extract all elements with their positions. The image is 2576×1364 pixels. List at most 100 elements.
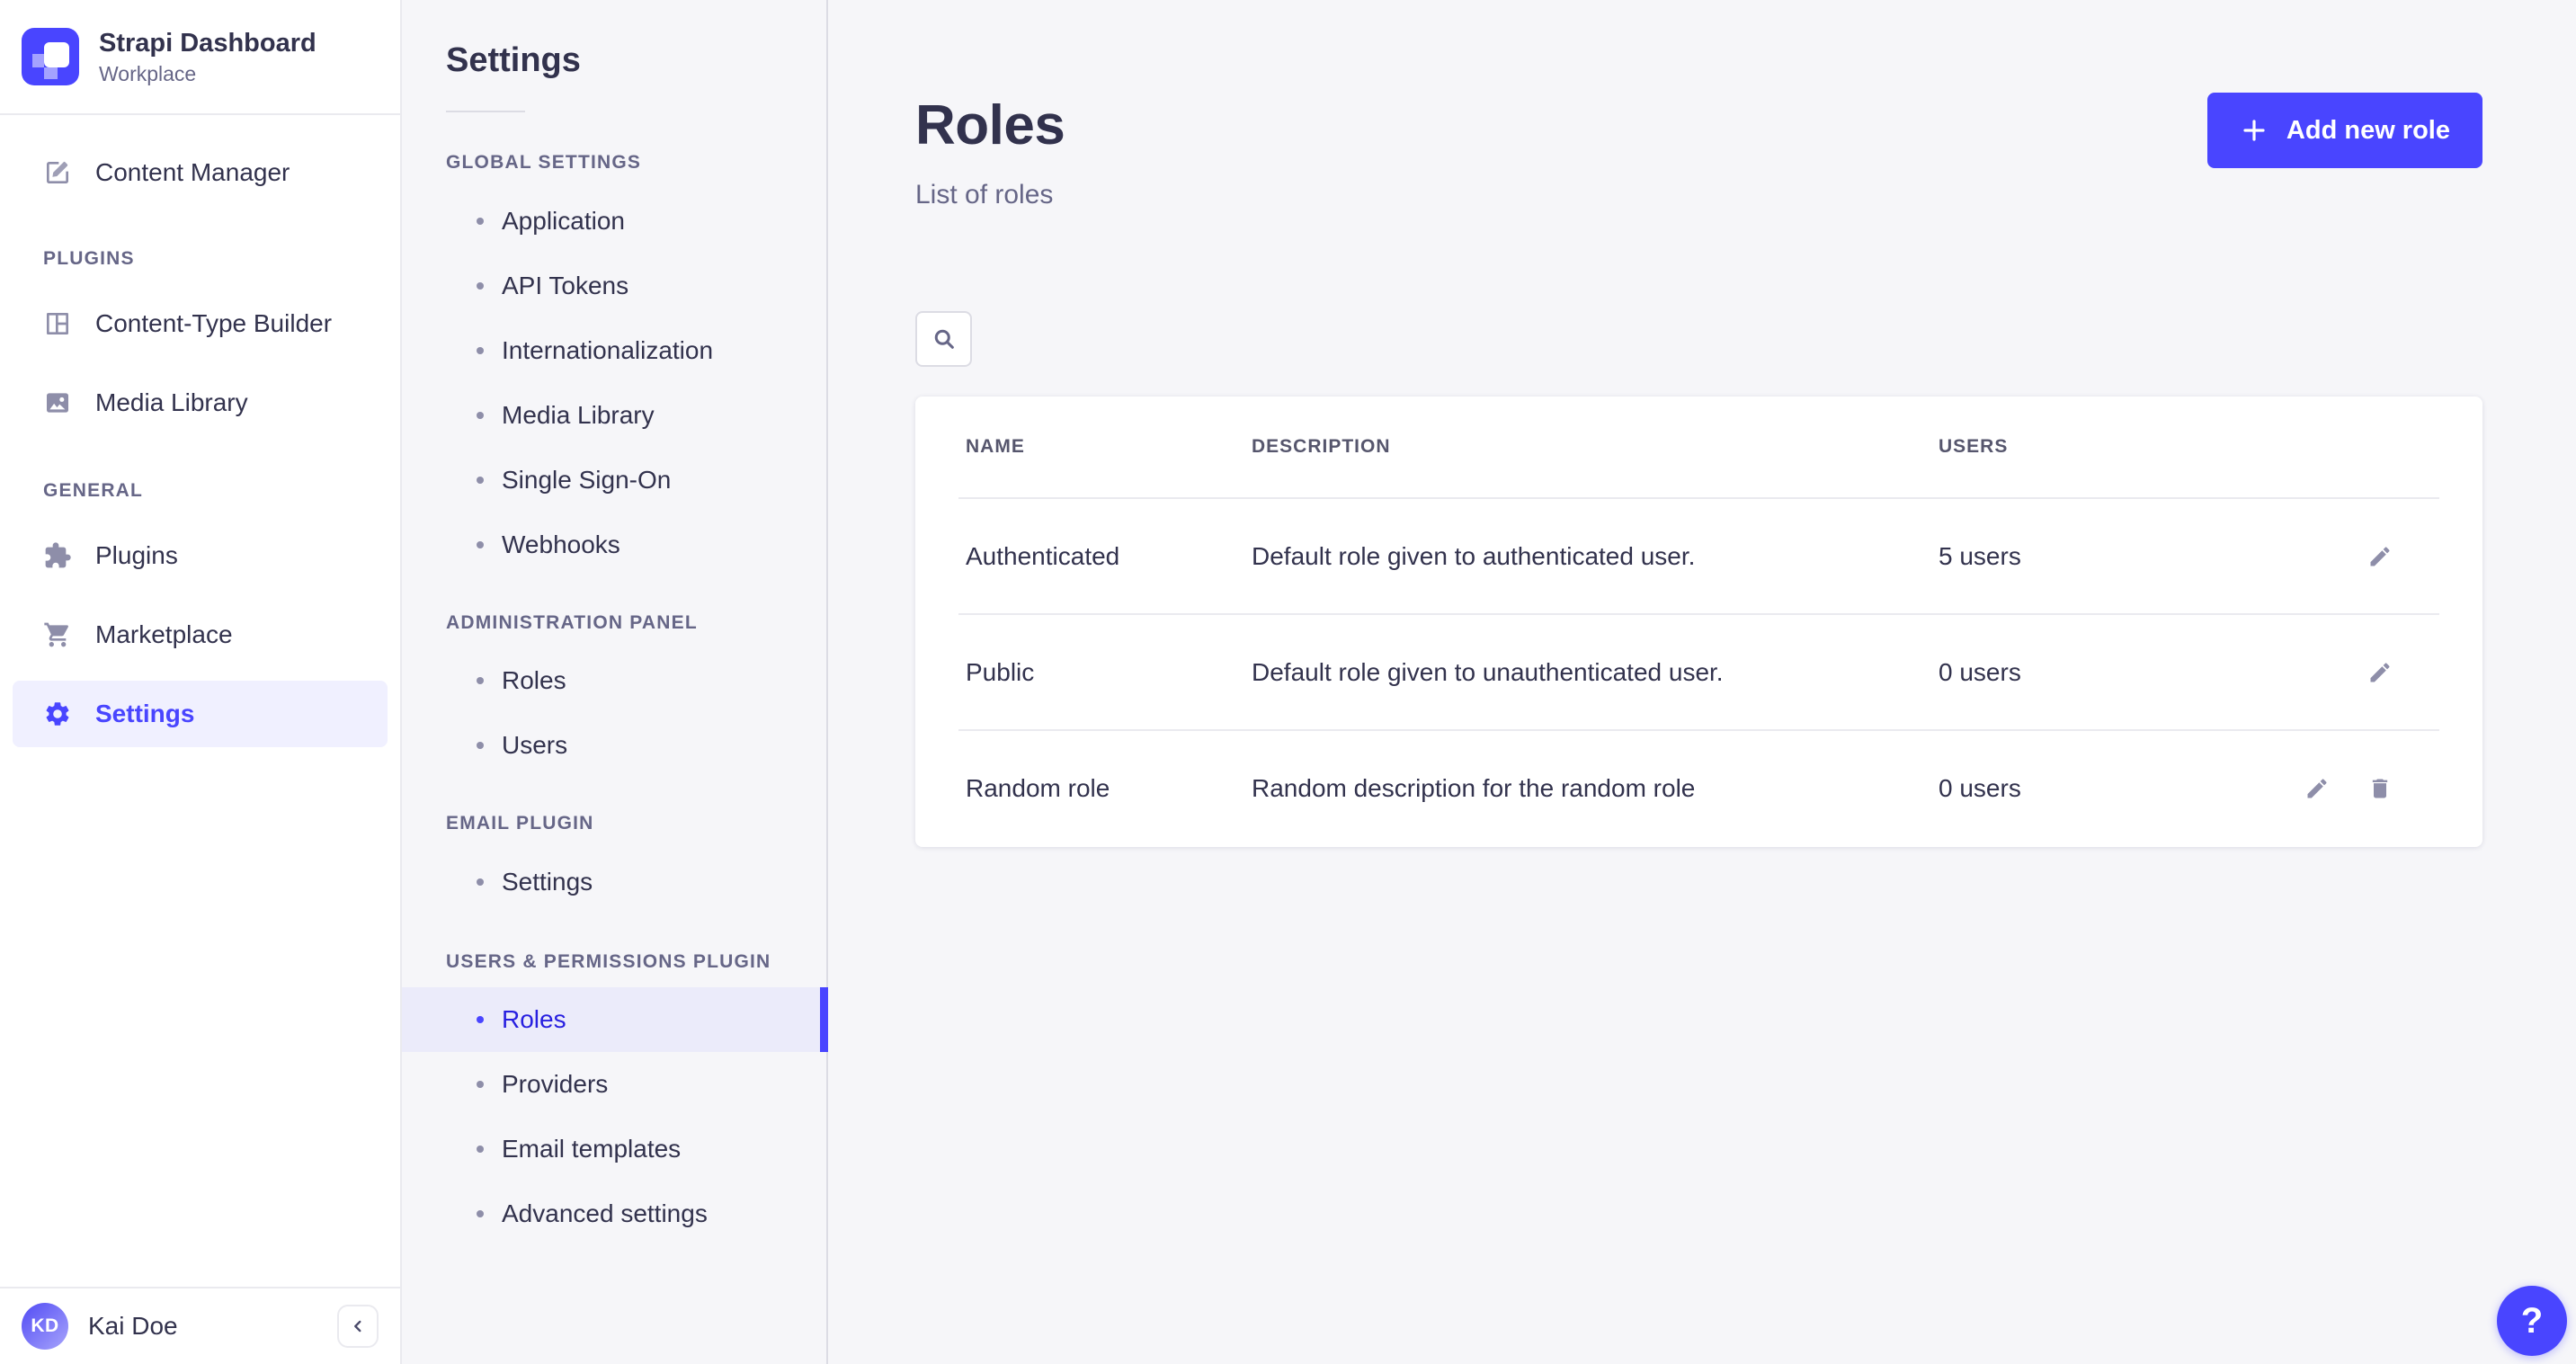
roles-table: NAME DESCRIPTION USERS Authenticated Def… bbox=[915, 397, 2482, 847]
subnav-title: Settings bbox=[402, 0, 826, 80]
sidebar-footer: KD Kai Doe bbox=[0, 1287, 400, 1364]
subnav-item-email-templates[interactable]: Email templates bbox=[402, 1117, 826, 1181]
trash-icon bbox=[2367, 776, 2393, 801]
subnav-section-users-permissions-plugin: USERS & PERMISSIONS PLUGIN bbox=[446, 951, 826, 973]
bullet-icon bbox=[477, 541, 484, 548]
bullet-icon bbox=[477, 742, 484, 749]
app-title: Strapi Dashboard bbox=[99, 27, 316, 59]
settings-subnav: Settings GLOBAL SETTINGS Application API… bbox=[402, 0, 828, 1364]
sidebar-item-content-type-builder[interactable]: Content-Type Builder bbox=[0, 284, 400, 363]
strapi-logo-icon bbox=[22, 28, 79, 85]
subnav-item-internationalization[interactable]: Internationalization bbox=[402, 318, 826, 383]
brand-text: Strapi Dashboard Workplace bbox=[99, 27, 316, 87]
edit-square-icon bbox=[43, 158, 72, 187]
column-header-description: DESCRIPTION bbox=[1252, 436, 1939, 458]
workspace-name: Workplace bbox=[99, 61, 316, 87]
table-row-authenticated[interactable]: Authenticated Default role given to auth… bbox=[915, 499, 2482, 613]
puzzle-icon bbox=[43, 541, 72, 570]
edit-role-button[interactable] bbox=[2367, 660, 2393, 685]
sidebar-item-label: Plugins bbox=[95, 541, 178, 570]
bullet-icon bbox=[477, 677, 484, 684]
row-actions bbox=[2367, 544, 2393, 569]
sidebar-item-plugins[interactable]: Plugins bbox=[0, 516, 400, 595]
subnav-item-label: API Tokens bbox=[502, 272, 628, 300]
bullet-icon bbox=[477, 1146, 484, 1153]
role-users-count: 0 users bbox=[1939, 658, 2367, 687]
bullet-icon bbox=[477, 878, 484, 886]
bullet-icon bbox=[477, 1081, 484, 1088]
subnav-item-label: Application bbox=[502, 207, 625, 236]
table-row-public[interactable]: Public Default role given to unauthentic… bbox=[915, 615, 2482, 729]
chevron-left-icon bbox=[348, 1316, 368, 1336]
sidebar-item-media-library[interactable]: Media Library bbox=[0, 363, 400, 442]
edit-role-button[interactable] bbox=[2304, 776, 2330, 801]
subnav-item-admin-users[interactable]: Users bbox=[402, 713, 826, 778]
cart-icon bbox=[43, 620, 72, 649]
subnav-item-single-sign-on[interactable]: Single Sign-On bbox=[402, 448, 826, 513]
bullet-icon bbox=[477, 282, 484, 290]
subnav-item-label: Roles bbox=[502, 666, 566, 695]
bullet-icon bbox=[477, 477, 484, 484]
main-sidebar: Strapi Dashboard Workplace Content Manag… bbox=[0, 0, 402, 1364]
subnav-item-label: Media Library bbox=[502, 401, 655, 430]
avatar: KD bbox=[22, 1303, 68, 1350]
bullet-icon bbox=[477, 1016, 484, 1023]
help-button[interactable]: ? bbox=[2497, 1286, 2567, 1356]
sidebar-item-settings[interactable]: Settings bbox=[13, 681, 388, 747]
search-button[interactable] bbox=[915, 311, 972, 367]
bullet-icon bbox=[477, 412, 484, 419]
subnav-item-media-library[interactable]: Media Library bbox=[402, 383, 826, 448]
add-new-role-label: Add new role bbox=[2286, 116, 2450, 146]
subnav-item-application[interactable]: Application bbox=[402, 189, 826, 254]
edit-role-button[interactable] bbox=[2367, 544, 2393, 569]
search-icon bbox=[931, 326, 957, 352]
main-content: Roles List of roles Add new role NAME DE… bbox=[828, 0, 2576, 1364]
subnav-item-webhooks[interactable]: Webhooks bbox=[402, 513, 826, 577]
main-nav: Content Manager PLUGINS Content-Type Bui… bbox=[0, 115, 400, 747]
bullet-icon bbox=[477, 347, 484, 354]
plus-icon bbox=[2240, 116, 2268, 145]
collapse-sidebar-button[interactable] bbox=[337, 1305, 379, 1348]
nav-section-general: GENERAL bbox=[0, 480, 400, 502]
table-row-random-role[interactable]: Random role Random description for the r… bbox=[915, 731, 2482, 845]
subnav-item-email-settings[interactable]: Settings bbox=[402, 850, 826, 914]
subnav-item-admin-roles[interactable]: Roles bbox=[402, 648, 826, 713]
role-name: Authenticated bbox=[966, 542, 1252, 571]
sidebar-item-label: Media Library bbox=[95, 388, 248, 417]
subnav-section-email-plugin: EMAIL PLUGIN bbox=[446, 813, 826, 834]
subnav-item-label: Email templates bbox=[502, 1135, 681, 1163]
nav-section-plugins: PLUGINS bbox=[0, 248, 400, 270]
subnav-item-label: Settings bbox=[502, 868, 593, 896]
sidebar-item-label: Content-Type Builder bbox=[95, 309, 332, 338]
sidebar-item-label: Content Manager bbox=[95, 158, 290, 187]
role-description: Default role given to authenticated user… bbox=[1252, 542, 1939, 571]
pencil-icon bbox=[2367, 544, 2393, 569]
delete-role-button[interactable] bbox=[2367, 776, 2393, 801]
subnav-item-label: Providers bbox=[502, 1070, 608, 1099]
workspace-brand[interactable]: Strapi Dashboard Workplace bbox=[0, 0, 400, 115]
subnav-item-label: Internationalization bbox=[502, 336, 713, 365]
column-header-name: NAME bbox=[966, 436, 1252, 458]
subnav-item-label: Single Sign-On bbox=[502, 466, 671, 495]
subnav-divider bbox=[446, 111, 525, 112]
subnav-item-providers[interactable]: Providers bbox=[402, 1052, 826, 1117]
page-title: Roles bbox=[915, 94, 1065, 157]
sidebar-item-content-manager[interactable]: Content Manager bbox=[0, 133, 400, 212]
subnav-item-up-roles[interactable]: Roles bbox=[402, 987, 826, 1052]
subnav-item-label: Roles bbox=[502, 1005, 566, 1034]
sidebar-item-label: Marketplace bbox=[95, 620, 233, 649]
subnav-item-advanced-settings[interactable]: Advanced settings bbox=[402, 1181, 826, 1246]
role-name: Public bbox=[966, 658, 1252, 687]
pencil-icon bbox=[2304, 776, 2330, 801]
subnav-item-label: Advanced settings bbox=[502, 1199, 708, 1228]
sidebar-item-marketplace[interactable]: Marketplace bbox=[0, 595, 400, 674]
role-name: Random role bbox=[966, 774, 1252, 803]
role-description: Random description for the random role bbox=[1252, 774, 1939, 803]
row-actions bbox=[2367, 660, 2393, 685]
role-users-count: 0 users bbox=[1939, 774, 2304, 803]
add-new-role-button[interactable]: Add new role bbox=[2207, 93, 2482, 168]
subnav-section-administration-panel: ADMINISTRATION PANEL bbox=[446, 612, 826, 634]
image-icon bbox=[43, 388, 72, 417]
pencil-icon bbox=[2367, 660, 2393, 685]
subnav-item-api-tokens[interactable]: API Tokens bbox=[402, 254, 826, 318]
